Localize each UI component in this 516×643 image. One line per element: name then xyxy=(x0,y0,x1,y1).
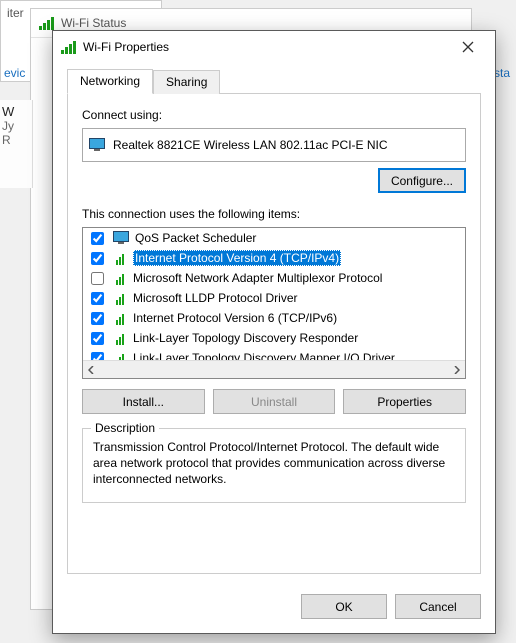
bg-left-jy: Jy xyxy=(2,119,30,133)
list-item[interactable]: Microsoft Network Adapter Multiplexor Pr… xyxy=(83,268,465,288)
list-item[interactable]: Internet Protocol Version 6 (TCP/IPv6) xyxy=(83,308,465,328)
network-protocol-icon xyxy=(113,271,127,285)
list-item-label: QoS Packet Scheduler xyxy=(135,231,256,245)
list-item-label: Link-Layer Topology Discovery Responder xyxy=(133,331,358,345)
list-item[interactable]: Link-Layer Topology Discovery Responder xyxy=(83,328,465,348)
adapter-box[interactable]: Realtek 8821CE Wireless LAN 802.11ac PCI… xyxy=(82,128,466,162)
configure-button[interactable]: Configure... xyxy=(378,168,466,193)
adapter-icon xyxy=(89,138,105,152)
network-protocol-icon xyxy=(113,291,127,305)
tab-body-networking: Connect using: Realtek 8821CE Wireless L… xyxy=(67,94,481,574)
install-button[interactable]: Install... xyxy=(82,389,205,414)
tab-strip: Networking Sharing xyxy=(67,69,481,94)
tab-sharing[interactable]: Sharing xyxy=(153,70,220,94)
cancel-button[interactable]: Cancel xyxy=(395,594,481,619)
list-item[interactable]: QoS Packet Scheduler xyxy=(83,228,465,248)
description-text: Transmission Control Protocol/Internet P… xyxy=(93,439,455,488)
description-group: Description Transmission Control Protoco… xyxy=(82,428,466,503)
list-item-label: Microsoft LLDP Protocol Driver xyxy=(133,291,298,305)
list-item[interactable]: Microsoft LLDP Protocol Driver xyxy=(83,288,465,308)
list-item-label: Internet Protocol Version 4 (TCP/IPv4) xyxy=(133,250,341,266)
list-item-label: Internet Protocol Version 6 (TCP/IPv6) xyxy=(133,311,337,325)
dialog-title: Wi-Fi Properties xyxy=(83,40,169,54)
list-item-checkbox[interactable] xyxy=(91,292,104,305)
scroll-right-arrow[interactable] xyxy=(448,362,464,377)
scrollbar-track[interactable] xyxy=(100,362,448,377)
uninstall-button: Uninstall xyxy=(213,389,336,414)
list-item[interactable]: Link-Layer Topology Discovery Mapper I/O… xyxy=(83,348,465,360)
titlebar[interactable]: Wi-Fi Properties xyxy=(53,31,495,63)
wifi-icon xyxy=(61,40,77,54)
list-item-label: Link-Layer Topology Discovery Mapper I/O… xyxy=(133,351,395,360)
bg-left-r: R xyxy=(2,133,30,147)
monitor-icon xyxy=(113,231,129,245)
list-item-checkbox[interactable] xyxy=(91,332,104,345)
list-item-checkbox[interactable] xyxy=(91,252,104,265)
wifi-status-title: Wi-Fi Status xyxy=(61,16,126,30)
network-protocol-icon xyxy=(113,351,127,360)
list-item-label: Microsoft Network Adapter Multiplexor Pr… xyxy=(133,271,382,285)
adapter-name: Realtek 8821CE Wireless LAN 802.11ac PCI… xyxy=(113,138,388,152)
items-label: This connection uses the following items… xyxy=(82,207,466,221)
list-item[interactable]: Internet Protocol Version 4 (TCP/IPv4) xyxy=(83,248,465,268)
dialog-footer: OK Cancel xyxy=(53,584,495,633)
wifi-properties-dialog: Wi-Fi Properties Networking Sharing Conn… xyxy=(52,30,496,634)
list-item-checkbox[interactable] xyxy=(91,352,104,361)
list-item-checkbox[interactable] xyxy=(91,232,104,245)
list-item-checkbox[interactable] xyxy=(91,272,104,285)
properties-button[interactable]: Properties xyxy=(343,389,466,414)
horizontal-scrollbar[interactable] xyxy=(83,360,465,378)
wifi-signal-icon xyxy=(39,16,55,30)
network-protocol-icon xyxy=(113,251,127,265)
bg-left-fragment-1: evic xyxy=(0,62,29,84)
description-legend: Description xyxy=(91,421,159,435)
tab-networking[interactable]: Networking xyxy=(67,69,153,94)
bg-left-strip: W Jy R xyxy=(0,100,33,188)
ok-button[interactable]: OK xyxy=(301,594,387,619)
network-protocol-icon xyxy=(113,331,127,345)
scroll-left-arrow[interactable] xyxy=(84,362,100,377)
list-item-checkbox[interactable] xyxy=(91,312,104,325)
network-protocol-icon xyxy=(113,311,127,325)
connection-items-list[interactable]: QoS Packet Scheduler Internet Protocol Ve… xyxy=(82,227,466,379)
connect-using-label: Connect using: xyxy=(82,108,466,122)
bg-left-w: W xyxy=(2,104,30,119)
close-button[interactable] xyxy=(449,33,487,61)
